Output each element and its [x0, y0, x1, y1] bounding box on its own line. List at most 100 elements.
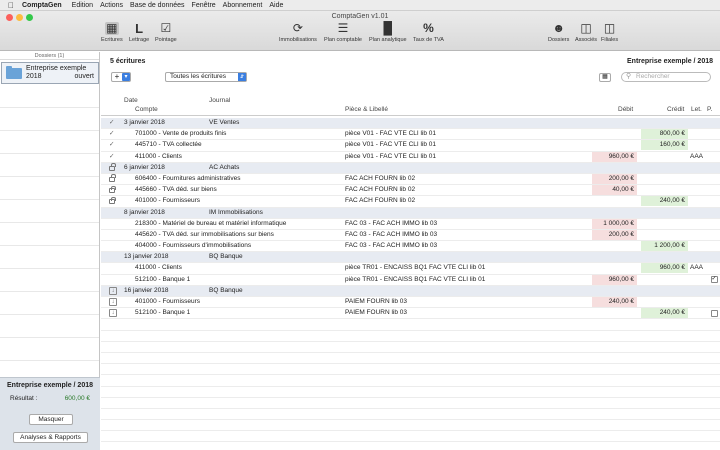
lock-icon [109, 163, 116, 171]
checkmark-icon: ✓ [109, 141, 115, 149]
row-compte: 218300 - Matériel de bureau et matériel … [135, 219, 287, 227]
download-icon: ↓ [109, 309, 117, 318]
toolbar-associes-label: Associés [575, 37, 598, 43]
ecriture-group-row[interactable]: 6 janvier 2018 AC Achats [101, 162, 720, 174]
toolbar-lettrage-label: Lettrage [129, 37, 150, 43]
ecritures-filter-select[interactable]: Toutes les écritures ⇵ [165, 72, 247, 82]
table-row[interactable]: ↓ 401000 - Fournisseurs PAIEM FOURN lib 03… [101, 297, 720, 309]
empty-row [101, 319, 720, 331]
lock-icon [109, 185, 116, 194]
checkmark-icon: ✓ [710, 276, 718, 284]
row-piece: PAIEM FOURN lib 03 [345, 298, 408, 305]
ecriture-group-row[interactable]: 13 janvier 2018 BQ Banque [101, 252, 720, 264]
row-compte: 445710 - TVA collectée [135, 141, 202, 149]
toolbar-ecritures-button[interactable]: ▦ Ecritures [101, 21, 123, 44]
download-icon: ↓ [109, 298, 117, 306]
checkbox-icon: ☑ [160, 21, 172, 35]
table-row[interactable]: 401000 - Fournisseurs FAC ACH FOURN lib 0… [101, 196, 720, 208]
ecriture-group-row[interactable]: ↓ 16 janvier 2018 BQ Banque [101, 285, 720, 297]
table-row[interactable]: ✓ 411000 - Clients pièce V01 - FAC VTE CLI… [101, 151, 720, 163]
toolbar-lettrage-button[interactable]: L Lettrage [129, 22, 149, 43]
menu-base-de-donnees[interactable]: Base de données [130, 2, 192, 9]
toolbar-immobilisations-button[interactable]: ⟳ Immobilisations [279, 22, 317, 44]
table-row[interactable]: 445620 - TVA déd. sur immobilisations su… [101, 229, 720, 242]
window-toolbar: ComptaGen v1.01 ▦ Ecritures L Lettrage ☑… [0, 11, 720, 51]
menu-abonnement[interactable]: Abonnement [223, 2, 270, 9]
row-debit: 240,00 € [592, 297, 637, 307]
toolbar-pointage-button[interactable]: ☑ Pointage [155, 21, 177, 44]
row-compte: 404000 - Fournisseurs d'immobilisations [135, 242, 252, 250]
toolbar-taux-tva-button[interactable]: % Taux de TVA [413, 21, 444, 44]
table-row[interactable]: ↓ 512100 - Banque 1 PAIEM FOURN lib 03 240,… [101, 308, 720, 320]
toolbar-plan-analytique-button[interactable]: █ Plan analytique [369, 21, 407, 44]
menu-actions[interactable]: Actions [100, 2, 130, 9]
ecriture-group-row[interactable]: 8 janvier 2018 IM Immobilisations [101, 207, 720, 219]
analyses-rapports-button[interactable]: Analyses & Rapports [13, 432, 88, 443]
search-input[interactable]: ⚲ Rechercher [621, 72, 711, 82]
col-debit[interactable]: Débit [618, 106, 633, 113]
row-piece: pièce V01 - FAC VTE CLI lib 01 [345, 141, 437, 149]
footer-entreprise: Entreprise exemple / 2018 [7, 382, 93, 389]
masquer-button[interactable]: Masquer [29, 414, 73, 425]
row-compte: 701000 - Vente de produits finis [135, 130, 227, 138]
checkbox-box [710, 309, 718, 317]
ecriture-group-row[interactable]: ✓ 3 janvier 2018 VE Ventes [101, 118, 720, 130]
table-row[interactable]: 606400 - Fournitures administratives FAC … [101, 173, 720, 186]
row-piece: PAIEM FOURN lib 03 [345, 309, 408, 317]
menu-fenetre[interactable]: Fenêtre [192, 2, 223, 9]
col-compte[interactable]: Compte [135, 106, 158, 113]
table-row[interactable]: 411000 - Clients pièce TR01 - ENCAISS BQ1… [101, 263, 720, 275]
row-compte: 401000 - Fournisseurs [135, 298, 201, 305]
menu-edition[interactable]: Edition [72, 2, 100, 9]
toolbar-associes-button[interactable]: ◫ Associés [575, 22, 598, 44]
toolbar-plan-comptable-button[interactable]: ☰ Plan comptable [324, 22, 362, 44]
lock-icon [109, 196, 116, 205]
table-row[interactable]: ✓ 701000 - Vente de produits finis pièce V… [101, 129, 720, 141]
percent-icon: % [423, 21, 434, 35]
toolbar-immobilisations-label: Immobilisations [279, 37, 317, 43]
sidebar: Dossiers (1) Entreprise exemple 2018 ouv… [0, 52, 100, 450]
row-journal: BQ Banque [209, 286, 243, 294]
menu-app[interactable]: ComptaGen [22, 2, 72, 9]
col-credit[interactable]: Crédit [667, 106, 684, 113]
col-let[interactable]: Let. [691, 106, 702, 113]
row-journal: VE Ventes [209, 119, 240, 126]
menu-aide[interactable]: Aide [269, 2, 290, 9]
search-placeholder: Rechercher [636, 73, 670, 80]
toolbar-filiales-button[interactable]: ◫ Filiales [601, 22, 618, 44]
dossier-year: 2018 [26, 73, 42, 80]
row-date: 16 janvier 2018 [124, 286, 169, 294]
row-lettrage: AAA [690, 152, 704, 160]
empty-row [101, 331, 720, 342]
col-date[interactable]: Date [124, 97, 138, 104]
entreprise-title: Entreprise exemple / 2018 [627, 58, 713, 65]
calendar-grid-icon: ▦ [104, 21, 119, 35]
plus-icon: + [114, 72, 120, 81]
toolbar-pointage-label: Pointage [155, 37, 177, 43]
dossier-item[interactable]: Entreprise exemple 2018 ouvert [1, 62, 99, 84]
col-p[interactable]: P. [707, 106, 712, 113]
toolbar-dossiers-button[interactable]: ☻ Dossiers [548, 21, 569, 44]
book-icon: █ [383, 21, 393, 35]
row-debit: 200,00 € [592, 229, 637, 240]
add-ecriture-button[interactable]: + ▾ [111, 72, 131, 82]
apple-icon[interactable]:  [0, 1, 22, 10]
row-compte: 606400 - Fournitures administratives [135, 174, 241, 182]
dossier-name: Entreprise exemple [26, 65, 87, 72]
table-row[interactable]: 445660 - TVA déd. sur biens FAC ACH FOURN… [101, 185, 720, 197]
col-journal[interactable]: Journal [209, 97, 230, 104]
col-piece[interactable]: Pièce & Libellé [345, 106, 388, 113]
table-row[interactable]: ✓ 445710 - TVA collectée pièce V01 - FAC V… [101, 140, 720, 152]
row-lettrage: AAA [690, 264, 704, 272]
table-row[interactable]: 218300 - Matériel de bureau et matériel … [101, 218, 720, 230]
empty-row [101, 398, 720, 409]
table-row[interactable]: 404000 - Fournisseurs d'immobilisations F… [101, 241, 720, 253]
users-icon: ☻ [552, 21, 566, 35]
row-journal: BQ Banque [209, 253, 243, 261]
resultat-value: 600,00 € [64, 395, 90, 402]
checkmark-icon: ✓ [109, 119, 115, 126]
row-piece: FAC 03 - FAC ACH IMMO lib 03 [345, 219, 438, 227]
table-row[interactable]: 512100 - Banque 1 pièce TR01 - ENCAISS BQ… [101, 274, 720, 286]
row-piece: pièce V01 - FAC VTE CLI lib 01 [345, 130, 437, 138]
calendar-button[interactable]: ▦ [599, 73, 611, 82]
